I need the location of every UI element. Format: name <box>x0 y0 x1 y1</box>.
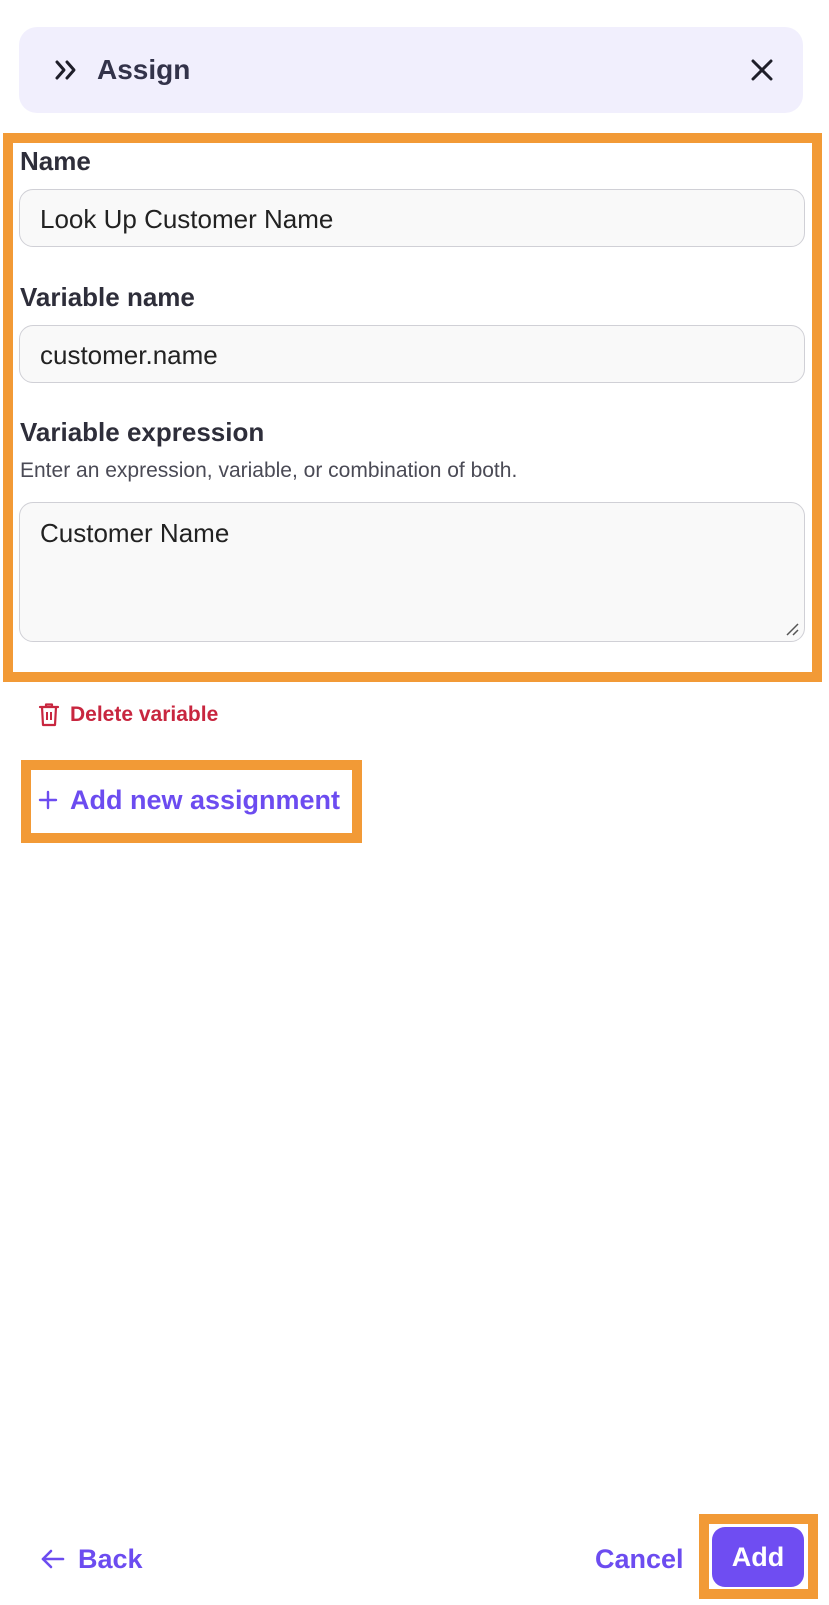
double-chevron-right-icon[interactable] <box>53 57 79 83</box>
name-label: Name <box>20 146 91 176</box>
variable-expression-label: Variable expression <box>20 417 265 447</box>
cancel-button[interactable]: Cancel <box>595 1542 684 1576</box>
trash-icon <box>38 703 60 727</box>
assign-panel: Assign Name Look Up Customer Name Variab… <box>0 0 829 1605</box>
resize-handle-icon[interactable] <box>784 621 800 637</box>
back-label: Back <box>78 1543 143 1574</box>
name-input[interactable]: Look Up Customer Name <box>19 189 805 247</box>
add-new-assignment-button[interactable]: Add new assignment <box>38 780 340 820</box>
variable-name-input[interactable]: customer.name <box>19 325 805 383</box>
panel-title: Assign <box>97 54 191 85</box>
plus-icon <box>38 790 58 810</box>
variable-expression-help: Enter an expression, variable, or combin… <box>20 459 518 482</box>
panel-header: Assign <box>19 27 803 113</box>
variable-name-label: Variable name <box>20 282 195 312</box>
add-button[interactable]: Add <box>712 1527 804 1587</box>
add-new-assignment-label: Add new assignment <box>70 784 341 815</box>
arrow-left-icon <box>41 1549 65 1569</box>
back-button[interactable]: Back <box>40 1542 143 1576</box>
delete-variable-label: Delete variable <box>70 703 219 726</box>
delete-variable-button[interactable]: Delete variable <box>38 700 218 730</box>
close-icon[interactable] <box>747 55 777 85</box>
variable-expression-value: Customer Name <box>40 518 230 548</box>
variable-expression-textarea[interactable]: Customer Name <box>19 502 805 642</box>
